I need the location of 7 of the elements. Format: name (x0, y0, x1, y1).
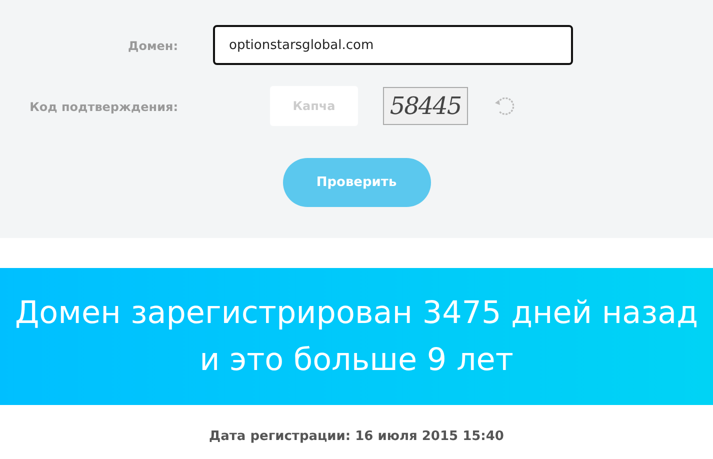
captcha-image: 58445 (383, 87, 468, 125)
domain-input-field[interactable]: optionstarsglobal.com (213, 25, 573, 65)
registration-date: Дата регистрации: 16 июля 2015 15:40 (209, 428, 504, 446)
field-label: Код подтверждения: (30, 100, 178, 114)
result-headline: Домен зарегистрирован 3475 дней назад и это больше 9 лет (14, 294, 700, 380)
field-label: Домен: (128, 39, 178, 53)
refresh-icon[interactable] (493, 95, 515, 117)
